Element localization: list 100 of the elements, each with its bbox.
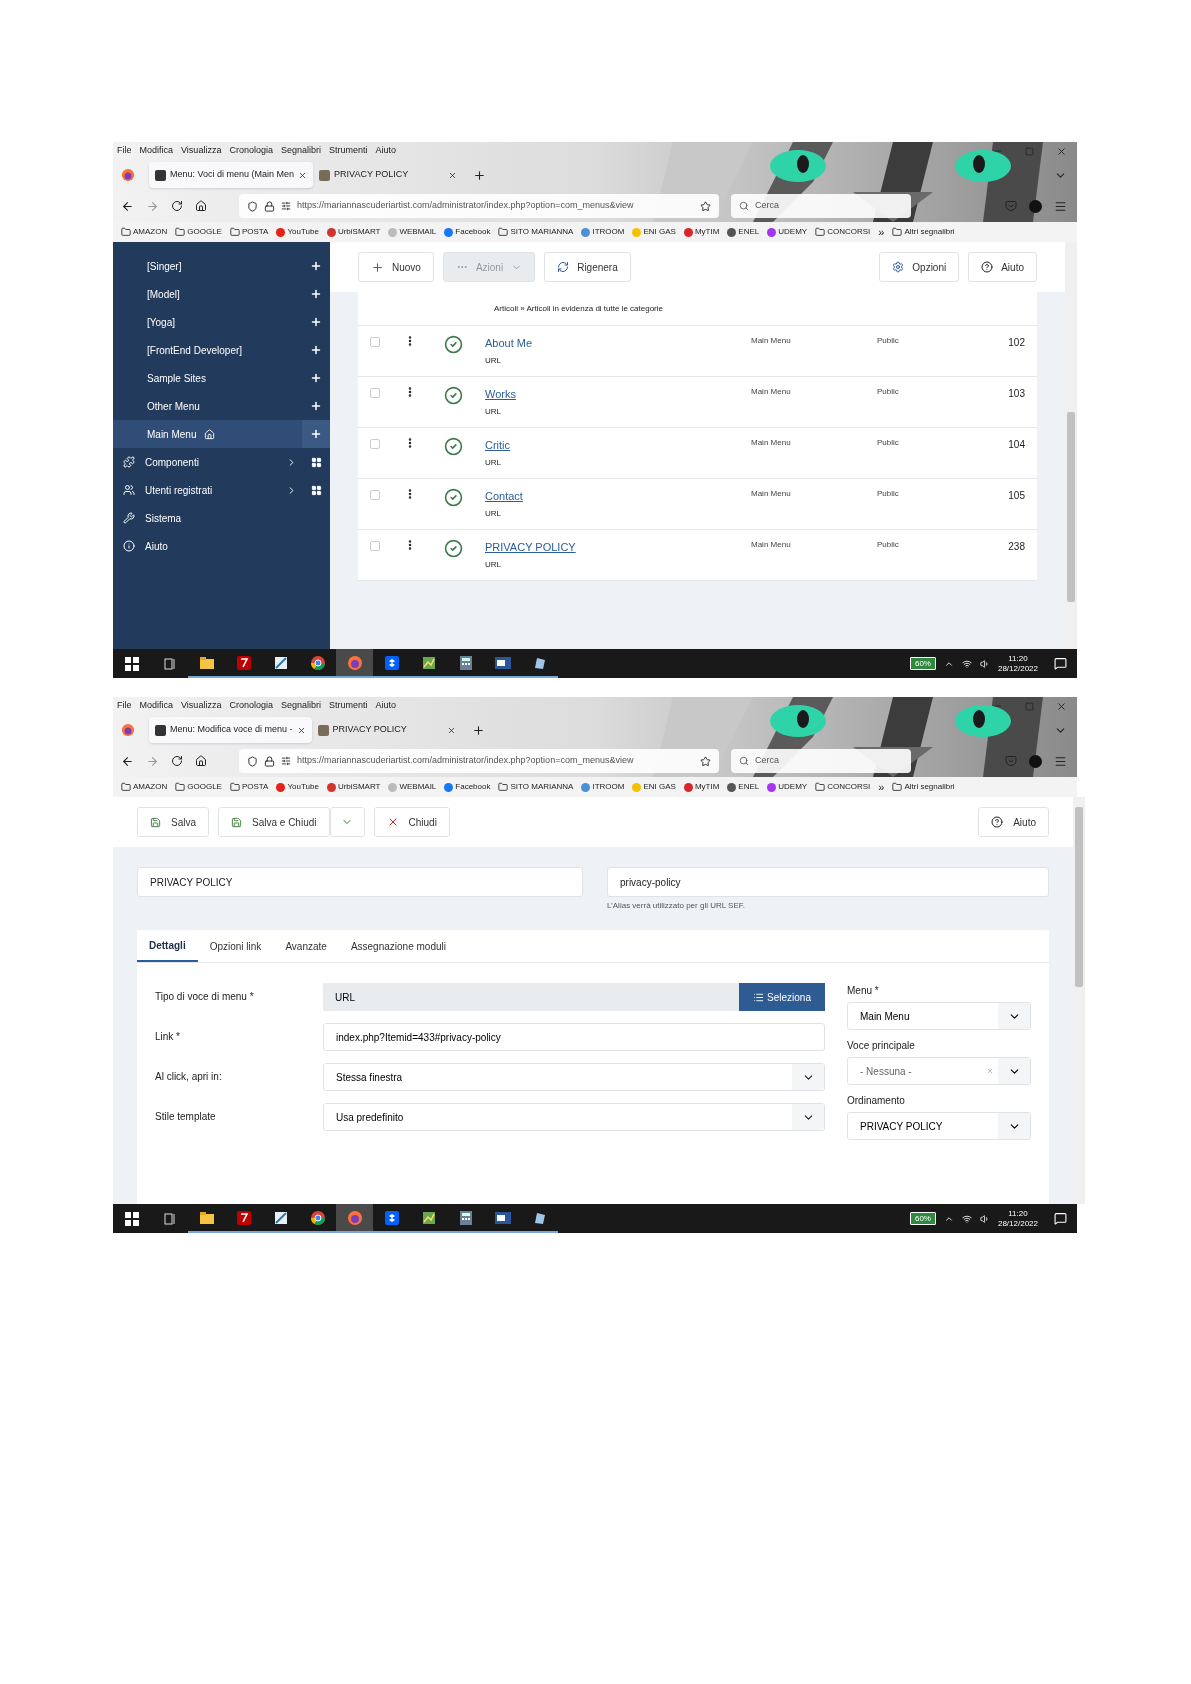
- published-icon[interactable]: [444, 386, 463, 405]
- published-icon[interactable]: [444, 488, 463, 507]
- clock-date[interactable]: 28/12/2022: [997, 1218, 1038, 1229]
- menu-item-link[interactable]: About Me: [485, 335, 751, 352]
- bookmark-link[interactable]: ENI GAS: [643, 226, 676, 238]
- form-tab[interactable]: Opzioni link: [197, 930, 274, 962]
- menu-item-link[interactable]: Contact: [485, 488, 751, 505]
- toolbar-button[interactable]: Rigenera: [544, 252, 631, 282]
- close-icon[interactable]: [446, 725, 456, 735]
- clock-date[interactable]: 28/12/2022: [997, 663, 1038, 674]
- bookmark-link[interactable]: GOOGLE: [187, 226, 222, 238]
- bookmark-star-icon[interactable]: [700, 200, 711, 212]
- toolbar-button[interactable]: Nuovo: [358, 252, 434, 282]
- menu-item-link[interactable]: PRIVACY POLICY: [485, 539, 751, 556]
- home-icon[interactable]: [195, 755, 207, 767]
- bookmark-link[interactable]: AMAZON: [133, 781, 168, 793]
- bookmark-link[interactable]: Altri segnalibri: [904, 781, 955, 793]
- bookmark-link[interactable]: YouTube: [287, 226, 319, 238]
- bookmark-star-icon[interactable]: [700, 755, 711, 767]
- search-field[interactable]: Cerca: [731, 194, 911, 218]
- toolbar-button[interactable]: Aiuto: [968, 252, 1037, 282]
- bookmark-link[interactable]: MyTIM: [694, 781, 720, 793]
- menu-icon[interactable]: [1054, 754, 1067, 768]
- bookmark-link[interactable]: Facebook: [455, 781, 491, 793]
- form-tab[interactable]: Dettagli: [137, 930, 198, 962]
- speaker-icon[interactable]: [979, 1213, 990, 1224]
- published-icon[interactable]: [444, 335, 463, 354]
- address-bar[interactable]: https://mariannascuderiartist.com/administrator/index.php?option=com_menus&view: [239, 749, 719, 773]
- browser-tab[interactable]: PRIVACY POLICY: [313, 162, 464, 188]
- browser-tab[interactable]: Menu: Voci di menu (Main Men: [149, 162, 314, 188]
- menu-item-link[interactable]: Critic: [485, 437, 751, 454]
- row-checkbox[interactable]: [370, 490, 380, 500]
- scrollbar[interactable]: [1065, 242, 1077, 649]
- menu-bar-item[interactable]: Visualizza: [181, 144, 222, 158]
- dashboard-icon[interactable]: [311, 456, 322, 468]
- bookmark-link[interactable]: SITO MARIANNA: [510, 226, 574, 238]
- wifi-icon[interactable]: [961, 658, 972, 669]
- sidebar-item[interactable]: Main Menu: [113, 420, 330, 448]
- bookmark-link[interactable]: MyTIM: [694, 226, 720, 238]
- toolbar-button[interactable]: Aiuto: [978, 807, 1049, 837]
- bookmark-link[interactable]: ITROOM: [592, 226, 625, 238]
- select-button[interactable]: Seleziona: [739, 983, 825, 1011]
- bookmarks-overflow[interactable]: »: [878, 223, 885, 241]
- menu-bar-item[interactable]: Strumenti: [328, 144, 368, 158]
- close-icon[interactable]: [296, 725, 306, 735]
- sidebar-item[interactable]: Sample Sites: [113, 364, 330, 392]
- close-icon[interactable]: [298, 170, 308, 180]
- form-tab[interactable]: Assegnazione moduli: [338, 930, 458, 962]
- sidebar-item[interactable]: Utenti registrati: [113, 476, 330, 504]
- start-button[interactable]: [125, 1211, 139, 1226]
- menu-bar-item[interactable]: Aiuto: [375, 699, 396, 713]
- select-field[interactable]: Usa predefinito: [323, 1103, 825, 1131]
- row-checkbox[interactable]: [370, 541, 380, 551]
- toolbar-button[interactable]: Salva: [137, 807, 209, 837]
- toolbar-button[interactable]: Chiudi: [373, 807, 450, 837]
- add-icon[interactable]: [302, 420, 330, 448]
- alias-field[interactable]: privacy-policy: [607, 867, 1049, 897]
- start-button[interactable]: [125, 656, 139, 671]
- menu-bar-item[interactable]: File: [117, 144, 132, 158]
- bookmarks-overflow[interactable]: »: [878, 778, 885, 796]
- speaker-icon[interactable]: [979, 658, 990, 669]
- sidebar-item[interactable]: Other Menu: [113, 392, 330, 420]
- bookmark-link[interactable]: UDEMY: [778, 781, 808, 793]
- reload-icon[interactable]: [171, 755, 183, 767]
- bookmark-link[interactable]: WEBMAIL: [399, 226, 437, 238]
- bookmark-link[interactable]: ENEL: [738, 781, 760, 793]
- clock-time[interactable]: 11:20: [1008, 1208, 1028, 1219]
- menu-bar-item[interactable]: Modifica: [139, 144, 174, 158]
- row-checkbox[interactable]: [370, 439, 380, 449]
- bookmark-link[interactable]: ENI GAS: [643, 781, 676, 793]
- menu-bar-item[interactable]: Aiuto: [375, 144, 396, 158]
- browser-tab[interactable]: Menu: Modifica voce di menu -: [149, 717, 312, 743]
- new-tab-icon[interactable]: [473, 168, 487, 182]
- address-bar[interactable]: https://mariannascuderiartist.com/administrator/index.php?option=com_menus&view: [239, 194, 719, 218]
- clock-time[interactable]: 11:20: [1008, 653, 1028, 664]
- row-checkbox[interactable]: [370, 388, 380, 398]
- toolbar-button[interactable]: Salva e Chiudi: [218, 807, 330, 837]
- link-field[interactable]: index.php?Itemid=433#privacy-policy: [323, 1023, 825, 1051]
- menu-item-link[interactable]: Works: [485, 386, 751, 403]
- bookmark-link[interactable]: WEBMAIL: [399, 781, 437, 793]
- notification-icon[interactable]: [1054, 1212, 1067, 1225]
- published-icon[interactable]: [444, 539, 463, 558]
- sidebar-item[interactable]: Sistema: [113, 504, 330, 532]
- sidebar-item[interactable]: [Singer]: [113, 252, 330, 280]
- form-tab[interactable]: Avanzate: [273, 930, 339, 962]
- close-icon[interactable]: [1056, 700, 1067, 712]
- menu-icon[interactable]: [1054, 199, 1067, 213]
- bookmark-link[interactable]: UrbiSMART: [337, 781, 381, 793]
- menu-bar-item[interactable]: Cronologia: [229, 144, 273, 158]
- wifi-icon[interactable]: [961, 1213, 972, 1224]
- menu-bar-item[interactable]: Visualizza: [181, 699, 222, 713]
- close-icon[interactable]: [448, 170, 458, 180]
- bookmark-link[interactable]: CONCORSI: [827, 781, 871, 793]
- published-icon[interactable]: [444, 437, 463, 456]
- menu-bar-item[interactable]: Cronologia: [229, 699, 273, 713]
- scrollbar-thumb[interactable]: [1075, 807, 1083, 987]
- menu-bar-item[interactable]: Segnalibri: [280, 144, 321, 158]
- bookmark-link[interactable]: POSTA: [241, 226, 269, 238]
- sidebar-item[interactable]: [Yoga]: [113, 308, 330, 336]
- sidebar-item[interactable]: Aiuto: [113, 532, 330, 560]
